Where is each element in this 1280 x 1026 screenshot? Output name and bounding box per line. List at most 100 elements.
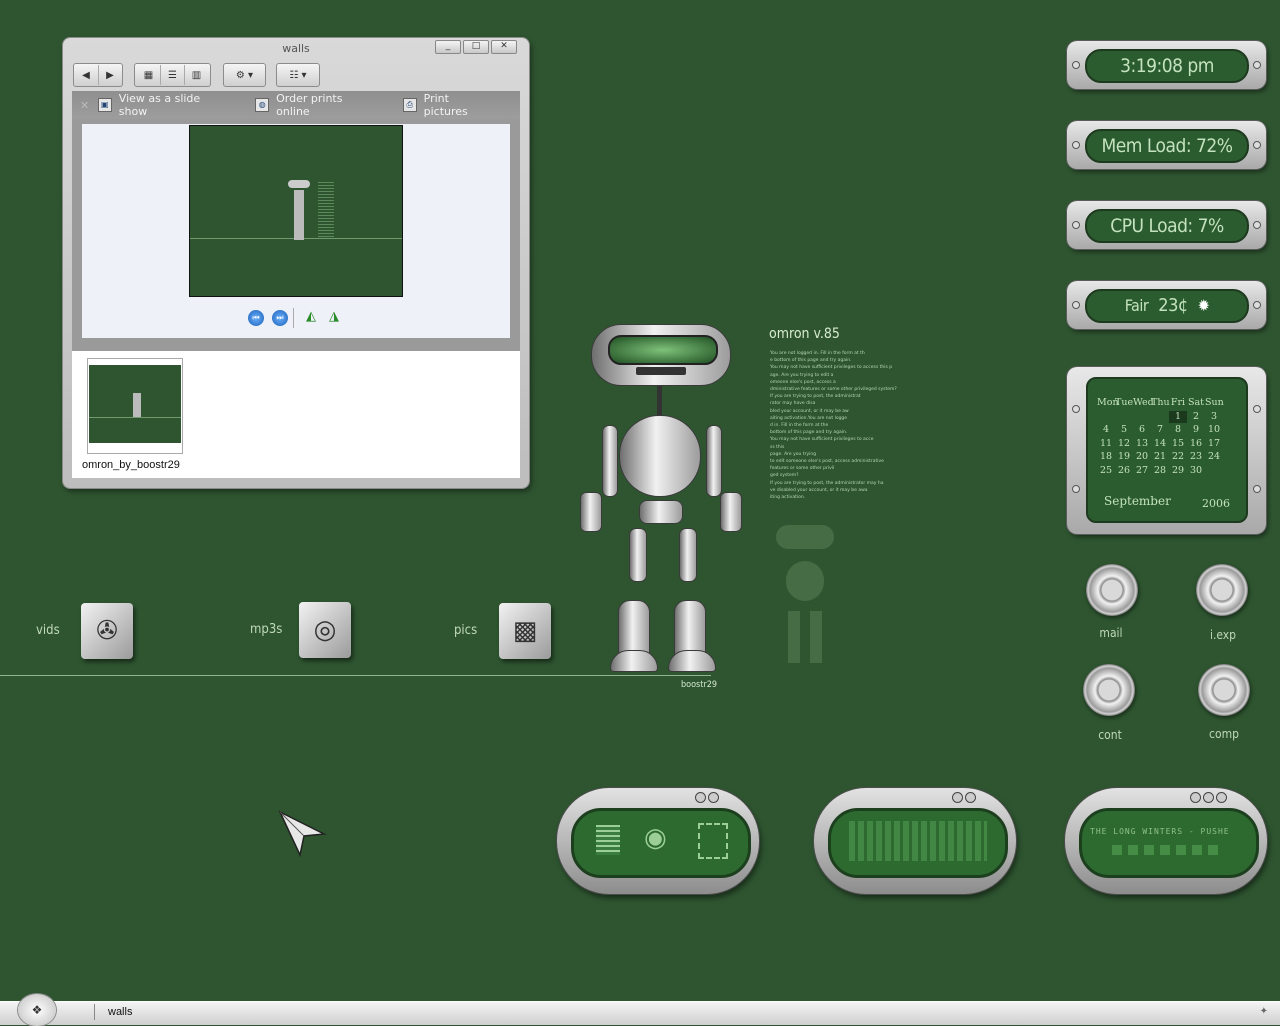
calendar-day-header: Thu — [1151, 397, 1170, 408]
calendar-date[interactable]: 8 — [1169, 424, 1187, 437]
calendar-date[interactable]: 25 — [1097, 465, 1115, 478]
close-pane-icon[interactable]: ✕ — [80, 99, 98, 112]
calendar-date[interactable]: 29 — [1169, 465, 1187, 478]
calendar-date[interactable]: 4 — [1097, 424, 1115, 437]
calendar-date[interactable]: 15 — [1169, 438, 1187, 451]
mini-robot-head — [288, 180, 310, 188]
pod-dots — [952, 792, 976, 803]
player-controls[interactable] — [1112, 845, 1222, 855]
arrange-button[interactable]: ☷ ▾ — [276, 63, 320, 87]
mem-load-display: Mem Load: 72% — [1085, 129, 1249, 163]
calendar-date[interactable]: 6 — [1133, 424, 1151, 437]
robot-hips — [639, 500, 683, 524]
film-roll-icon: ▩ — [512, 616, 538, 646]
film-strip-icon[interactable] — [698, 823, 728, 859]
grid-icon: ▦ — [143, 69, 154, 81]
slideshow-task[interactable]: ▣ View as a slide show — [97, 92, 231, 118]
calendar-day-header: Tue — [1115, 397, 1134, 408]
calendar-date[interactable]: 11 — [1097, 438, 1115, 451]
cont-knob-button[interactable] — [1083, 664, 1135, 716]
calendar-date[interactable]: 18 — [1097, 451, 1115, 464]
maximize-button[interactable]: □ — [463, 40, 489, 54]
calendar-date[interactable]: 13 — [1133, 438, 1151, 451]
calendar-date[interactable]: 12 — [1115, 438, 1133, 451]
discs-icon[interactable]: ◉ — [644, 823, 667, 853]
calendar-date[interactable]: 7 — [1151, 424, 1169, 437]
calendar-date[interactable]: 24 — [1205, 451, 1223, 464]
calendar-date[interactable]: 1 — [1169, 410, 1187, 423]
calendar-date[interactable]: 21 — [1151, 451, 1169, 464]
previous-image-button[interactable]: ⏮ — [248, 310, 264, 326]
order-prints-task[interactable]: ◍ Order prints online — [255, 92, 379, 118]
screw-icon — [1253, 61, 1261, 69]
clock-display: 3:19:08 pm — [1085, 49, 1249, 83]
screw-icon — [1253, 405, 1261, 413]
taskbar-divider — [94, 1004, 101, 1020]
document-icon[interactable] — [596, 825, 620, 855]
forward-button[interactable]: ▶ — [99, 65, 122, 85]
thumb-robot — [133, 393, 141, 417]
equalizer-bars[interactable] — [849, 821, 987, 861]
mp3s-folder-button[interactable]: ◎ — [299, 602, 351, 658]
tray-icon[interactable]: ✦ — [1260, 1006, 1268, 1017]
calendar-day-header: Fri — [1170, 397, 1186, 408]
calendar-date[interactable]: 26 — [1115, 465, 1133, 478]
robot-text-line: ged system? — [770, 473, 799, 479]
rotate-counterclockwise-button[interactable]: ◮ — [326, 310, 342, 324]
slideshow-task-label: View as a slide show — [118, 92, 201, 118]
start-button[interactable]: ❖ — [18, 994, 56, 1026]
calendar-date[interactable]: 10 — [1205, 424, 1223, 437]
calendar-date[interactable]: 17 — [1205, 438, 1223, 451]
equalizer-screen — [828, 808, 1008, 878]
robot-right-forearm — [720, 492, 742, 532]
robot-title: omron v.85 — [769, 326, 840, 342]
print-pictures-task[interactable]: ⎙ Print pictures — [402, 92, 496, 118]
close-button[interactable]: ✕ — [491, 40, 517, 54]
calendar-date[interactable]: 23 — [1187, 451, 1205, 464]
calendar-date[interactable]: 2 — [1187, 411, 1205, 424]
calendar-date[interactable]: 27 — [1133, 465, 1151, 478]
back-button[interactable]: ◀ — [75, 65, 99, 85]
robot-head — [591, 324, 731, 386]
taskbar: ❖ walls ✦ — [0, 994, 1280, 1026]
rotate-clockwise-button[interactable]: ◭ — [303, 310, 319, 324]
pics-folder-button[interactable]: ▩ — [499, 603, 551, 659]
preview-pane: ⏮ ⏭ ◭ ◮ — [72, 119, 520, 351]
vids-folder-button[interactable]: ✇ — [81, 603, 133, 659]
thumbnail[interactable] — [87, 358, 183, 454]
calendar-date[interactable]: 3 — [1205, 411, 1223, 424]
next-image-button[interactable]: ⏭ — [272, 310, 288, 326]
thumbnail-strip: omron_by_boostr29 — [72, 351, 520, 478]
calendar-date — [1133, 411, 1151, 424]
taskbar-item-walls[interactable]: walls — [108, 1006, 132, 1018]
robot-illustration — [574, 320, 744, 675]
ghost-robot-body — [786, 561, 824, 601]
sun-icon: ✹ — [1197, 296, 1210, 315]
screw-icon — [1253, 301, 1261, 309]
preview-image[interactable] — [189, 125, 403, 297]
icons-view-button[interactable]: ▦ — [137, 65, 161, 85]
calendar-date[interactable]: 22 — [1169, 451, 1187, 464]
minimize-button[interactable]: _ — [435, 40, 461, 54]
calendar-date[interactable]: 5 — [1115, 424, 1133, 437]
calendar-date[interactable]: 14 — [1151, 438, 1169, 451]
calendar-date[interactable]: 16 — [1187, 438, 1205, 451]
comp-knob-button[interactable] — [1198, 664, 1250, 716]
action-button[interactable]: ⚙ ▾ — [223, 63, 266, 87]
columns-view-button[interactable]: ▥ — [185, 65, 208, 85]
pod-launcher-screen: ◉ — [571, 808, 751, 878]
calendar-date[interactable]: 30 — [1187, 465, 1205, 478]
list-view-button[interactable]: ☰ — [161, 65, 185, 85]
calendar-date[interactable]: 9 — [1187, 424, 1205, 437]
mail-knob-button[interactable] — [1086, 564, 1138, 616]
calendar-date[interactable]: 28 — [1151, 465, 1169, 478]
ghost-robot-left-leg — [788, 611, 800, 663]
thumbnail-label: omron_by_boostr29 — [82, 459, 180, 471]
calendar-date[interactable]: 19 — [1115, 451, 1133, 464]
arrange-icon: ☷ ▾ — [289, 69, 307, 81]
calendar-date[interactable]: 20 — [1133, 451, 1151, 464]
globe-icon: ◍ — [255, 98, 270, 112]
printer-icon: ⎙ — [402, 98, 417, 112]
screw-icon — [1072, 61, 1080, 69]
iexp-knob-button[interactable] — [1196, 564, 1248, 616]
